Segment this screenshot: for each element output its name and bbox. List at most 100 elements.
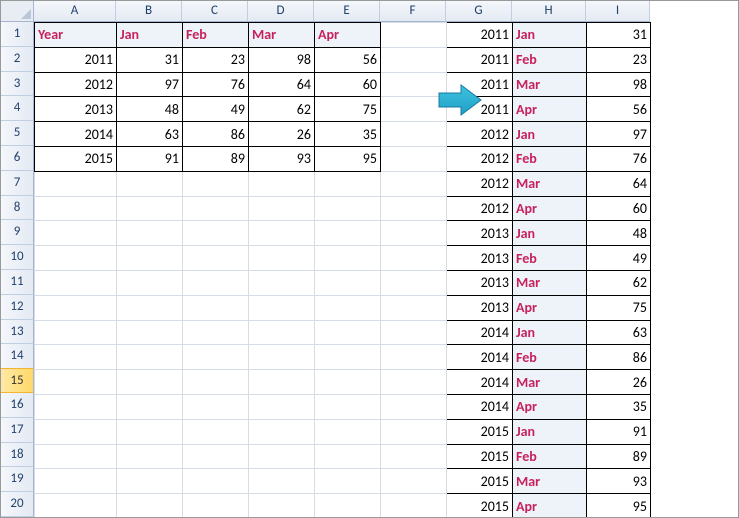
cell-A19[interactable] [35, 469, 117, 494]
cell-B4[interactable]: 48 [117, 97, 183, 122]
cell-I1[interactable]: 31 [587, 23, 651, 48]
row-header-6[interactable]: 6 [1, 146, 34, 171]
cell-A17[interactable] [35, 419, 117, 444]
cell-D15[interactable] [249, 370, 315, 395]
cell-D9[interactable] [249, 221, 315, 246]
cell-C15[interactable] [183, 370, 249, 395]
row-header-8[interactable]: 8 [1, 196, 34, 221]
cell-G16[interactable]: 2014 [447, 394, 513, 419]
row-header-13[interactable]: 13 [1, 320, 34, 345]
cell-C5[interactable]: 86 [183, 122, 249, 147]
cell-B12[interactable] [117, 295, 183, 320]
cell-D16[interactable] [249, 394, 315, 419]
cell-I16[interactable]: 35 [587, 394, 651, 419]
cell-G11[interactable]: 2013 [447, 270, 513, 295]
cell-E20[interactable] [315, 494, 381, 518]
cell-C19[interactable] [183, 469, 249, 494]
cell-H5[interactable]: Jan [513, 122, 587, 147]
cell-F13[interactable] [381, 320, 447, 345]
cell-D14[interactable] [249, 345, 315, 370]
cell-B7[interactable] [117, 171, 183, 196]
cell-D10[interactable] [249, 246, 315, 271]
cell-I6[interactable]: 76 [587, 146, 651, 171]
cell-B6[interactable]: 91 [117, 146, 183, 171]
cell-E1[interactable]: Apr [315, 23, 381, 48]
cell-I10[interactable]: 49 [587, 246, 651, 271]
cell-D2[interactable]: 98 [249, 47, 315, 72]
cell-A20[interactable] [35, 494, 117, 518]
cell-D19[interactable] [249, 469, 315, 494]
cell-C18[interactable] [183, 444, 249, 469]
cell-H3[interactable]: Mar [513, 72, 587, 97]
row-header-18[interactable]: 18 [1, 443, 34, 468]
cell-C8[interactable] [183, 196, 249, 221]
row-header-10[interactable]: 10 [1, 245, 34, 270]
cell-I14[interactable]: 86 [587, 345, 651, 370]
cell-B13[interactable] [117, 320, 183, 345]
cell-A1[interactable]: Year [35, 23, 117, 48]
cell-F17[interactable] [381, 419, 447, 444]
cell-D20[interactable] [249, 494, 315, 518]
row-header-12[interactable]: 12 [1, 295, 34, 320]
col-header-B[interactable]: B [116, 1, 182, 22]
cell-H15[interactable]: Mar [513, 370, 587, 395]
cell-F12[interactable] [381, 295, 447, 320]
cell-A7[interactable] [35, 171, 117, 196]
cell-G13[interactable]: 2014 [447, 320, 513, 345]
cell-C9[interactable] [183, 221, 249, 246]
col-header-C[interactable]: C [182, 1, 248, 22]
cell-H16[interactable]: Apr [513, 394, 587, 419]
cell-F2[interactable] [381, 47, 447, 72]
row-header-17[interactable]: 17 [1, 418, 34, 443]
cell-I20[interactable]: 95 [587, 494, 651, 518]
cell-I5[interactable]: 97 [587, 122, 651, 147]
cell-H8[interactable]: Apr [513, 196, 587, 221]
cell-I4[interactable]: 56 [587, 97, 651, 122]
cell-C3[interactable]: 76 [183, 72, 249, 97]
cell-I12[interactable]: 75 [587, 295, 651, 320]
cell-F18[interactable] [381, 444, 447, 469]
cell-H14[interactable]: Feb [513, 345, 587, 370]
cell-E17[interactable] [315, 419, 381, 444]
cell-C4[interactable]: 49 [183, 97, 249, 122]
cell-F16[interactable] [381, 394, 447, 419]
cell-F15[interactable] [381, 370, 447, 395]
cell-G7[interactable]: 2012 [447, 171, 513, 196]
cell-H1[interactable]: Jan [513, 23, 587, 48]
cell-A9[interactable] [35, 221, 117, 246]
cell-D6[interactable]: 93 [249, 146, 315, 171]
cell-E9[interactable] [315, 221, 381, 246]
cell-B16[interactable] [117, 394, 183, 419]
cell-E11[interactable] [315, 270, 381, 295]
cell-H4[interactable]: Apr [513, 97, 587, 122]
cell-A10[interactable] [35, 246, 117, 271]
cell-D18[interactable] [249, 444, 315, 469]
cell-E4[interactable]: 75 [315, 97, 381, 122]
cell-I11[interactable]: 62 [587, 270, 651, 295]
cell-A5[interactable]: 2014 [35, 122, 117, 147]
cell-G14[interactable]: 2014 [447, 345, 513, 370]
cell-G15[interactable]: 2014 [447, 370, 513, 395]
cell-H19[interactable]: Mar [513, 469, 587, 494]
cell-G9[interactable]: 2013 [447, 221, 513, 246]
cell-H17[interactable]: Jan [513, 419, 587, 444]
cell-H10[interactable]: Feb [513, 246, 587, 271]
cell-C7[interactable] [183, 171, 249, 196]
cell-B5[interactable]: 63 [117, 122, 183, 147]
cell-H2[interactable]: Feb [513, 47, 587, 72]
cell-I7[interactable]: 64 [587, 171, 651, 196]
col-header-F[interactable]: F [380, 1, 446, 22]
cell-A12[interactable] [35, 295, 117, 320]
cell-E6[interactable]: 95 [315, 146, 381, 171]
cell-G20[interactable]: 2015 [447, 494, 513, 518]
cell-B1[interactable]: Jan [117, 23, 183, 48]
cell-G12[interactable]: 2013 [447, 295, 513, 320]
col-header-E[interactable]: E [314, 1, 380, 22]
cell-E16[interactable] [315, 394, 381, 419]
col-header-D[interactable]: D [248, 1, 314, 22]
cell-B20[interactable] [117, 494, 183, 518]
cell-C2[interactable]: 23 [183, 47, 249, 72]
cell-D17[interactable] [249, 419, 315, 444]
row-header-14[interactable]: 14 [1, 344, 34, 369]
cell-F7[interactable] [381, 171, 447, 196]
